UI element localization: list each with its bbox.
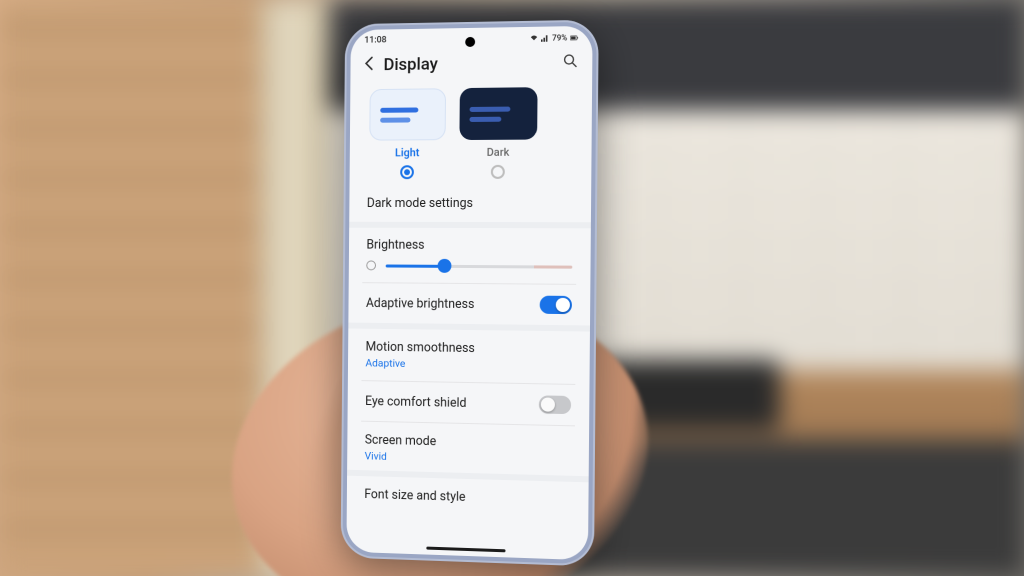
settings-header: Display: [350, 44, 592, 89]
brightness-warm-zone: [534, 265, 572, 268]
brightness-low-icon: [366, 260, 376, 270]
status-time: 11:08: [364, 35, 386, 45]
row-eye-comfort[interactable]: Eye comfort shield: [348, 381, 590, 426]
photo-background: 11:08 79% Displ: [0, 0, 1024, 576]
theme-light-radio[interactable]: [400, 165, 414, 179]
phone-frame: 11:08 79% Displ: [341, 20, 599, 567]
phone-screen: 11:08 79% Displ: [346, 26, 592, 560]
theme-selector: Light Dark: [350, 87, 593, 186]
eye-comfort-label: Eye comfort shield: [365, 394, 466, 411]
eye-comfort-toggle[interactable]: [539, 395, 571, 414]
row-brightness: Brightness: [349, 228, 591, 284]
row-dark-mode-settings[interactable]: Dark mode settings: [349, 185, 591, 222]
battery-icon: [570, 33, 578, 41]
search-icon[interactable]: [563, 53, 578, 72]
motion-smoothness-value: Adaptive: [365, 356, 474, 371]
theme-light[interactable]: Light: [369, 88, 446, 179]
motion-smoothness-label: Motion smoothness: [366, 340, 475, 357]
theme-dark-preview: [459, 87, 537, 140]
theme-dark[interactable]: Dark: [459, 87, 537, 179]
status-right-cluster: 79%: [530, 33, 578, 43]
page-title: Display: [383, 53, 552, 75]
brightness-thumb[interactable]: [438, 259, 452, 273]
theme-light-preview: [369, 88, 446, 140]
dark-mode-settings-label: Dark mode settings: [367, 196, 473, 211]
brightness-slider[interactable]: [386, 264, 573, 268]
row-adaptive-brightness[interactable]: Adaptive brightness: [348, 283, 590, 325]
adaptive-brightness-label: Adaptive brightness: [366, 296, 475, 312]
back-icon[interactable]: [364, 56, 374, 74]
row-screen-mode[interactable]: Screen mode Vivid: [347, 421, 589, 476]
screen-mode-label: Screen mode: [365, 433, 437, 450]
theme-light-label: Light: [395, 146, 419, 159]
theme-dark-radio[interactable]: [491, 165, 505, 179]
theme-dark-label: Dark: [487, 146, 510, 159]
font-size-style-label: Font size and style: [364, 487, 465, 505]
battery-text: 79%: [552, 33, 567, 42]
signal-icon: [541, 34, 549, 42]
row-motion-smoothness[interactable]: Motion smoothness Adaptive: [348, 328, 590, 384]
home-indicator[interactable]: [426, 547, 505, 553]
row-font-size-style[interactable]: Font size and style: [347, 476, 589, 520]
wifi-icon: [530, 34, 538, 42]
screen-mode-value: Vivid: [365, 449, 437, 464]
brightness-label: Brightness: [366, 238, 572, 254]
adaptive-brightness-toggle[interactable]: [540, 296, 572, 314]
